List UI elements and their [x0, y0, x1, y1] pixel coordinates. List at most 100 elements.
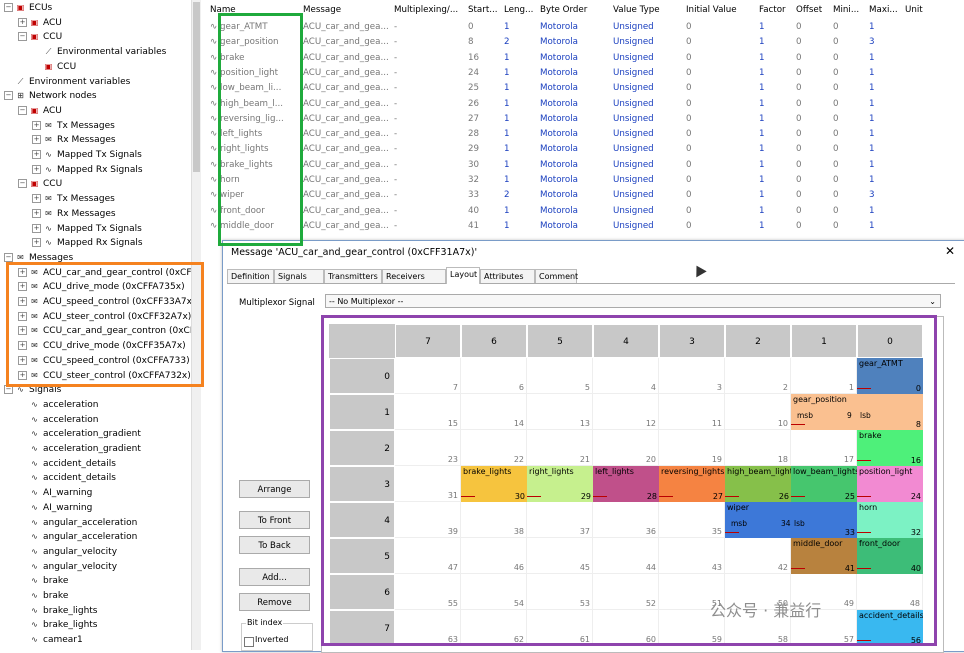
bit-cell[interactable]: 54: [461, 574, 527, 610]
tree-item[interactable]: ∿ acceleration_gradient: [0, 442, 141, 457]
bit-cell[interactable]: 55: [395, 574, 461, 610]
tree-item[interactable]: ∿ brake: [0, 589, 68, 604]
column-header[interactable]: Initial Value: [686, 4, 756, 17]
tree-item[interactable]: ∿ acceleration: [0, 413, 98, 428]
tab-attributes[interactable]: Attributes: [480, 269, 535, 283]
expand-icon[interactable]: +: [32, 135, 41, 145]
bit-cell[interactable]: 38: [461, 502, 527, 538]
tree-item[interactable]: ∿ acceleration: [0, 398, 98, 413]
expand-icon[interactable]: +: [32, 164, 41, 174]
collapse-icon[interactable]: −: [18, 105, 27, 115]
arrange-button[interactable]: Arrange: [239, 480, 310, 498]
tree-item[interactable]: + ∿ Mapped Tx Signals: [0, 148, 142, 163]
bit-cell[interactable]: 2: [725, 358, 791, 394]
tree-item[interactable]: ∿ camear1: [0, 633, 83, 648]
bit-cell[interactable]: 62: [461, 610, 527, 646]
tree-item[interactable]: + ✉ Tx Messages: [0, 119, 115, 134]
tree-item[interactable]: − ▣ ACU: [0, 104, 62, 119]
expand-icon[interactable]: +: [18, 326, 27, 336]
multiplexor-select[interactable]: -- No Multiplexor -- ⌄: [325, 294, 941, 308]
bit-cell[interactable]: 52: [593, 574, 659, 610]
signal-block[interactable]: reversing_lights 27: [659, 466, 725, 502]
project-tree[interactable]: − ▣ ECUs + ▣ ACU − ▣ CCU ⟋ Environmental variables…: [0, 0, 201, 650]
tree-item[interactable]: ∿ AI_warning: [0, 486, 92, 501]
tree-item[interactable]: + ✉ CCU_steer_control (0xCFFA732x): [0, 369, 191, 384]
column-header[interactable]: Start...: [468, 4, 502, 17]
bit-cell[interactable]: 12: [593, 394, 659, 430]
signal-grid[interactable]: Name Message Multiplexing/... Start... Leng.…: [205, 0, 964, 245]
tree-item[interactable]: ⟋ Environment variables: [0, 75, 131, 90]
tab-comment[interactable]: Comment: [535, 269, 578, 283]
expand-icon[interactable]: +: [32, 150, 41, 159]
tree-item[interactable]: + ✉ ACU_car_and_gear_control (0xCFF31A7x): [0, 266, 200, 281]
tree-item[interactable]: + ✉ Tx Messages: [0, 192, 115, 207]
bit-cell[interactable]: 19: [659, 430, 725, 466]
bit-cell[interactable]: 42: [725, 538, 791, 574]
tab-transmitters[interactable]: Transmitters: [324, 269, 382, 283]
tree-item[interactable]: + ✉ CCU_car_and_gear_contron (0xCFF: [0, 324, 200, 339]
tree-item[interactable]: + ✉ ACU_speed_control (0xCFF33A7x): [0, 295, 196, 310]
bit-cell[interactable]: 48: [857, 574, 923, 610]
expand-icon[interactable]: +: [18, 17, 27, 27]
close-icon[interactable]: ✕: [945, 244, 955, 258]
signal-block[interactable]: right_lights 29: [527, 466, 593, 502]
expand-icon[interactable]: +: [18, 341, 27, 351]
tree-scrollbar[interactable]: [191, 0, 201, 650]
collapse-icon[interactable]: −: [4, 252, 13, 262]
column-header[interactable]: Leng...: [504, 4, 538, 17]
column-header[interactable]: Factor: [759, 4, 793, 17]
add-button[interactable]: Add...: [239, 568, 310, 586]
signal-block[interactable]: brake 16: [857, 430, 923, 466]
tree-item[interactable]: − ▣ ECUs: [0, 1, 52, 16]
tree-item[interactable]: ∿ acceleration_gradient: [0, 427, 141, 442]
tree-item[interactable]: + ✉ ACU_drive_mode (0xCFFA735x): [0, 280, 185, 295]
collapse-icon[interactable]: −: [18, 179, 27, 189]
bit-cell[interactable]: 18: [725, 430, 791, 466]
tab-signals[interactable]: Signals: [274, 269, 324, 283]
tree-item[interactable]: ∿ brake_lights: [0, 618, 97, 633]
inverted-checkbox[interactable]: [244, 637, 254, 647]
signal-block[interactable]: left_lights 28: [593, 466, 659, 502]
tree-item[interactable]: ∿ AI_warning: [0, 501, 92, 516]
bit-cell[interactable]: 63: [395, 610, 461, 646]
signal-block[interactable]: high_beam_lights 26: [725, 466, 791, 502]
bit-cell[interactable]: 23: [395, 430, 461, 466]
bit-cell[interactable]: 36: [593, 502, 659, 538]
tree-item[interactable]: + ∿ Mapped Rx Signals: [0, 163, 143, 178]
signal-block[interactable]: front_door 40: [857, 538, 923, 574]
expand-icon[interactable]: +: [18, 282, 27, 292]
tree-item[interactable]: ▣ CCU: [0, 60, 76, 75]
tree-item[interactable]: ∿ accident_details: [0, 457, 116, 472]
bit-cell[interactable]: 10: [725, 394, 791, 430]
column-header[interactable]: Value Type: [613, 4, 683, 17]
signal-block[interactable]: middle_door 41: [791, 538, 857, 574]
tree-item[interactable]: ∿ angular_velocity: [0, 545, 117, 560]
tree-item[interactable]: + ∿ Mapped Tx Signals: [0, 222, 142, 237]
to-front-button[interactable]: To Front: [239, 511, 310, 529]
column-header[interactable]: Byte Order: [540, 4, 610, 17]
expand-icon[interactable]: +: [32, 238, 41, 248]
remove-button[interactable]: Remove: [239, 593, 310, 611]
layout-grid[interactable]: 7654321007654321011514131211109822322212…: [321, 316, 944, 653]
tree-item[interactable]: − ▣ CCU: [0, 30, 62, 45]
tree-item[interactable]: ⟋ Environmental variables: [0, 45, 167, 60]
bit-cell[interactable]: 60: [593, 610, 659, 646]
bit-cell[interactable]: 53: [527, 574, 593, 610]
bit-cell[interactable]: 6: [461, 358, 527, 394]
column-header[interactable]: Multiplexing/...: [394, 4, 466, 17]
bit-cell[interactable]: 35: [659, 502, 725, 538]
expand-icon[interactable]: +: [32, 120, 41, 130]
tree-item[interactable]: ∿ angular_acceleration: [0, 530, 137, 545]
bit-cell[interactable]: 4: [593, 358, 659, 394]
signal-block[interactable]: position_light 24: [857, 466, 923, 502]
bit-cell[interactable]: 7: [395, 358, 461, 394]
bit-cell[interactable]: 21: [527, 430, 593, 466]
signal-block[interactable]: gear_ATMT 0: [857, 358, 923, 394]
signal-block[interactable]: gear_position 8 msb 9 lsb: [791, 394, 923, 430]
column-header[interactable]: Mini...: [833, 4, 867, 17]
bit-cell[interactable]: 22: [461, 430, 527, 466]
bit-cell[interactable]: 11: [659, 394, 725, 430]
tab-receivers[interactable]: Receivers: [382, 269, 446, 283]
tree-item[interactable]: + ∿ Mapped Rx Signals: [0, 236, 143, 251]
expand-icon[interactable]: +: [32, 208, 41, 218]
